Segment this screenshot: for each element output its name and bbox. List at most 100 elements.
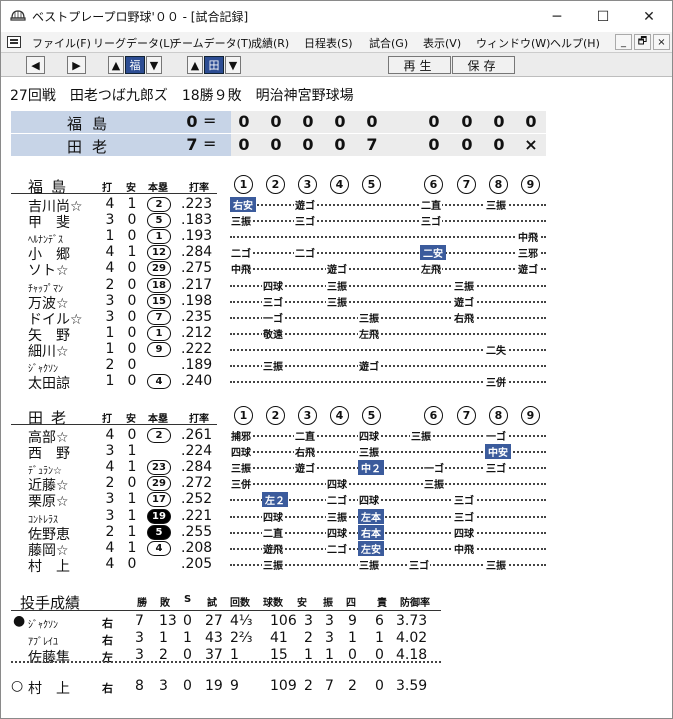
scoreboard-inning-cell: 0 bbox=[238, 112, 250, 131]
pitcher-stat-g: 43 bbox=[205, 630, 223, 646]
pitching-header: 防御率 bbox=[400, 598, 430, 609]
pitcher-stat-s: 0 bbox=[183, 678, 192, 694]
scoreboard-equals: = bbox=[203, 134, 217, 153]
pitcher-name: ｱﾌﾞﾚｲﾕ bbox=[28, 637, 58, 648]
menu-view[interactable]: 表示(V) bbox=[423, 35, 461, 51]
player-ab: 1 bbox=[105, 340, 115, 357]
player-ab: 1 bbox=[105, 324, 115, 341]
pitcher-stat-ip: 9 bbox=[230, 678, 239, 694]
mdi-restore-button[interactable]: 🗗 bbox=[634, 34, 651, 50]
arrow-up-icon: ▲ bbox=[111, 58, 121, 72]
pitcher-stat-k: 3 bbox=[325, 630, 334, 646]
player-avg: .222 bbox=[181, 340, 213, 357]
player-avg: .284 bbox=[181, 459, 213, 476]
player-ab: 3 bbox=[105, 212, 115, 229]
pitcher-stat-bb: 9 bbox=[348, 613, 357, 629]
menu-window[interactable]: ウィンドウ(W) bbox=[476, 35, 550, 51]
player-hits: 0 bbox=[127, 292, 137, 309]
player-hr-badge: 4 bbox=[147, 374, 171, 390]
player-name: 栗原☆ bbox=[28, 494, 69, 511]
scoreboard-inning-cell: 0 bbox=[302, 135, 314, 154]
player-ab: 4 bbox=[105, 427, 115, 443]
player-hits: 1 bbox=[127, 507, 137, 524]
player-hits: 0 bbox=[127, 357, 137, 373]
minimize-button[interactable]: ─ bbox=[534, 1, 580, 32]
team2-up-button[interactable]: ▲ bbox=[187, 56, 203, 74]
scoreboard-runs-cell: 7 = bbox=[181, 134, 231, 156]
pitcher-stat-k: 7 bbox=[325, 678, 334, 694]
col-header-ab: 打 bbox=[102, 414, 112, 425]
document-menu-icon[interactable] bbox=[7, 36, 21, 48]
inning-dots-row bbox=[230, 208, 546, 223]
player-hr-badge: 9 bbox=[147, 341, 171, 357]
mdi-close-button[interactable]: × bbox=[653, 34, 670, 50]
maximize-button[interactable]: ☐ bbox=[580, 1, 626, 32]
player-hits: 0 bbox=[127, 228, 137, 245]
pitching-header: 球数 bbox=[263, 598, 283, 609]
player-name: 甲 斐 bbox=[28, 215, 70, 232]
player-avg: .255 bbox=[181, 523, 213, 540]
save-button[interactable]: 保存 bbox=[452, 56, 515, 74]
scoreboard-innings-1-5 bbox=[231, 134, 421, 156]
scoreboard-inning-cell: 0 bbox=[493, 135, 505, 154]
player-hr-badge: 1 bbox=[147, 325, 171, 341]
pitching-header: 試 bbox=[207, 598, 217, 609]
close-button[interactable]: ✕ bbox=[626, 1, 672, 32]
pitcher-stat-k: 3 bbox=[325, 613, 334, 629]
player-hr-badge: 29 bbox=[147, 261, 171, 277]
player-hits: 0 bbox=[127, 340, 137, 357]
pitching-header: 回数 bbox=[230, 598, 250, 609]
scoreboard-inning-cell: 0 bbox=[334, 135, 346, 154]
menu-league-data[interactable]: リーグデータ(L) bbox=[93, 35, 174, 51]
pitcher-stat-g: 27 bbox=[205, 613, 223, 629]
col-header-avg: 打率 bbox=[189, 183, 209, 194]
scoreboard-team-name: 福島 bbox=[67, 115, 118, 133]
player-avg: .208 bbox=[181, 539, 213, 556]
menu-game[interactable]: 試合(G) bbox=[369, 35, 408, 51]
inning-dots-row bbox=[230, 224, 546, 239]
team1-up-button[interactable]: ▲ bbox=[108, 56, 124, 74]
pitcher-stat-s: 1 bbox=[183, 630, 192, 646]
arrow-down-icon: ▼ bbox=[149, 58, 159, 72]
scoreboard-inning-cell: × bbox=[524, 135, 538, 154]
scoreboard-inning-cell: 0 bbox=[525, 112, 537, 131]
player-ab: 3 bbox=[105, 443, 115, 460]
toolbar: ◀ ▶ ▲ 福 ▼ ▲ 田 ▼ 再生 保存 bbox=[1, 53, 672, 77]
menu-schedule[interactable]: 日程表(S) bbox=[304, 35, 353, 51]
inning-dots-row bbox=[230, 471, 546, 486]
player-avg: .275 bbox=[181, 260, 213, 277]
player-hits: 0 bbox=[127, 276, 137, 293]
scoreboard-inning-cell: 0 bbox=[461, 135, 473, 154]
scoreboard-inning-cell: 0 bbox=[270, 112, 282, 131]
pitcher-hand: 右 bbox=[102, 682, 113, 695]
player-ab: 2 bbox=[105, 357, 115, 373]
team1-down-button[interactable]: ▼ bbox=[146, 56, 162, 74]
player-avg: .284 bbox=[181, 244, 213, 261]
player-avg: .223 bbox=[181, 196, 213, 212]
player-hits: 0 bbox=[127, 212, 137, 229]
pitcher-stat-h: 3 bbox=[304, 613, 313, 629]
pitcher-stat-np: 41 bbox=[270, 630, 288, 646]
scoreboard-inning-cell: 0 bbox=[428, 135, 440, 154]
scoreboard-team-cell: 田老 bbox=[11, 134, 181, 156]
menu-help[interactable]: ヘルプ(H) bbox=[550, 35, 600, 51]
col-header-avg: 打率 bbox=[189, 414, 209, 425]
menu-records[interactable]: 成績(R) bbox=[251, 35, 289, 51]
team2-toggle-button[interactable]: 田 bbox=[204, 56, 224, 74]
scoreboard-inning-cell: 0 bbox=[270, 135, 282, 154]
next-arrow-button[interactable]: ▶ bbox=[67, 56, 86, 74]
mdi-minimize-button[interactable]: _ bbox=[615, 34, 632, 50]
player-avg: .205 bbox=[181, 555, 213, 572]
pitcher-stat-era: 3.59 bbox=[396, 678, 428, 694]
player-hits: 1 bbox=[127, 443, 137, 460]
team2-down-button[interactable]: ▼ bbox=[225, 56, 241, 74]
team1-toggle-button[interactable]: 福 bbox=[125, 56, 145, 74]
inning-dots-row bbox=[230, 256, 546, 271]
menu-file[interactable]: ファイル(F) bbox=[32, 35, 91, 51]
player-avg: .272 bbox=[181, 475, 213, 492]
menu-team-data[interactable]: チームデータ(T) bbox=[171, 35, 252, 51]
player-avg: .189 bbox=[181, 357, 213, 373]
play-button[interactable]: 再生 bbox=[388, 56, 451, 74]
player-avg: .240 bbox=[181, 373, 213, 390]
prev-arrow-button[interactable]: ◀ bbox=[26, 56, 45, 74]
